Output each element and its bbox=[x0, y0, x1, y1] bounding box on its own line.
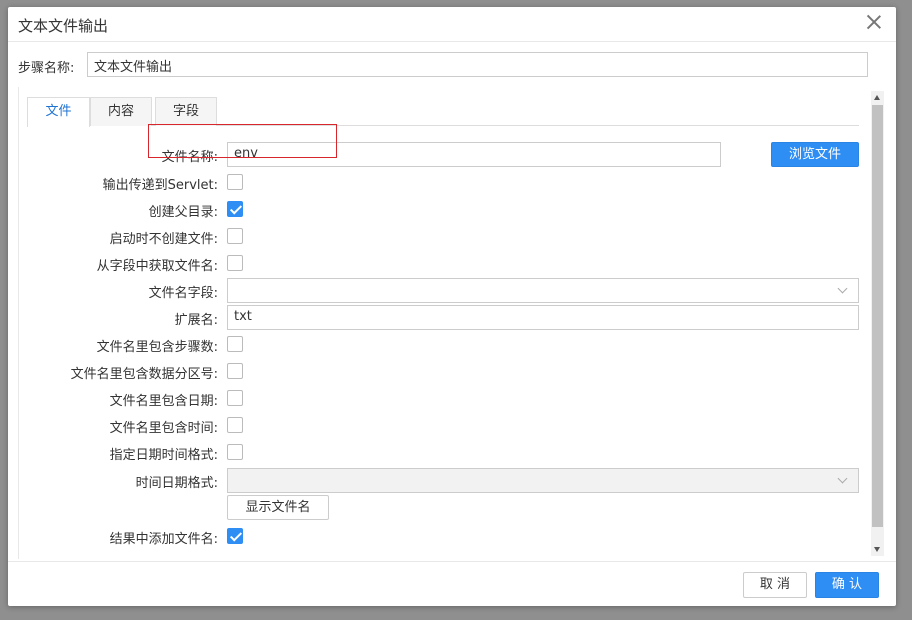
show-filename-button[interactable]: 显示文件名 bbox=[227, 495, 329, 520]
include-date-checkbox[interactable] bbox=[227, 390, 243, 406]
scroll-up-icon[interactable] bbox=[874, 95, 880, 100]
filename-from-field-checkbox[interactable] bbox=[227, 255, 243, 271]
filename-from-field-label: 从字段中获取文件名: bbox=[96, 259, 218, 274]
dialog-header: 文本文件输出 bbox=[8, 7, 896, 42]
no-create-on-start-checkbox[interactable] bbox=[227, 228, 243, 244]
dialog-title: 文本文件输出 bbox=[18, 17, 109, 35]
filename-field-select[interactable] bbox=[227, 278, 859, 303]
scroll-down-icon[interactable] bbox=[874, 547, 880, 552]
chevron-down-icon bbox=[837, 473, 848, 484]
extension-label: 扩展名: bbox=[174, 313, 218, 328]
no-create-on-start-label: 启动时不创建文件: bbox=[109, 232, 218, 247]
include-partition-checkbox[interactable] bbox=[227, 363, 243, 379]
text-file-output-dialog: 文本文件输出 步骤名称: 文本文件输出 文件 内容 字段 文件名称: env 浏… bbox=[8, 7, 896, 606]
specify-format-label: 指定日期时间格式: bbox=[109, 448, 218, 463]
include-stepnr-checkbox[interactable] bbox=[227, 336, 243, 352]
browse-file-button[interactable]: 浏览文件 bbox=[771, 142, 859, 167]
include-time-checkbox[interactable] bbox=[227, 417, 243, 433]
include-time-label: 文件名里包含时间: bbox=[109, 421, 218, 436]
add-to-result-label: 结果中添加文件名: bbox=[109, 532, 218, 547]
extension-input[interactable]: txt bbox=[227, 305, 859, 330]
filename-field-label: 文件名字段: bbox=[148, 286, 218, 301]
specify-format-checkbox[interactable] bbox=[227, 444, 243, 460]
create-parent-label: 创建父目录: bbox=[148, 205, 218, 220]
tab-content[interactable]: 内容 bbox=[90, 97, 152, 126]
chevron-down-icon bbox=[837, 283, 848, 294]
close-icon[interactable] bbox=[866, 14, 882, 30]
include-date-label: 文件名里包含日期: bbox=[109, 394, 218, 409]
cancel-button[interactable]: 取 消 bbox=[743, 572, 807, 598]
date-format-label: 时间日期格式: bbox=[135, 476, 218, 491]
vertical-scrollbar[interactable] bbox=[871, 91, 884, 556]
step-name-input[interactable]: 文本文件输出 bbox=[87, 52, 868, 77]
step-name-label: 步骤名称: bbox=[18, 61, 75, 76]
dialog-body: 步骤名称: 文本文件输出 文件 内容 字段 文件名称: env 浏览文件 输出传… bbox=[8, 43, 896, 561]
include-stepnr-label: 文件名里包含步骤数: bbox=[96, 340, 218, 355]
create-parent-checkbox[interactable] bbox=[227, 201, 243, 217]
servlet-label: 输出传递到Servlet: bbox=[102, 178, 218, 193]
tab-bar: 文件 内容 字段 bbox=[27, 97, 859, 127]
servlet-checkbox[interactable] bbox=[227, 174, 243, 190]
tab-fields[interactable]: 字段 bbox=[155, 97, 217, 126]
highlight-box bbox=[148, 124, 337, 158]
include-partition-label: 文件名里包含数据分区号: bbox=[70, 367, 218, 382]
tab-file[interactable]: 文件 bbox=[27, 97, 90, 127]
confirm-button[interactable]: 确 认 bbox=[815, 572, 879, 598]
date-format-select[interactable] bbox=[227, 468, 859, 493]
dialog-footer: 取 消 确 认 bbox=[8, 561, 896, 606]
scrollbar-thumb[interactable] bbox=[872, 105, 883, 527]
add-to-result-checkbox[interactable] bbox=[227, 528, 243, 544]
